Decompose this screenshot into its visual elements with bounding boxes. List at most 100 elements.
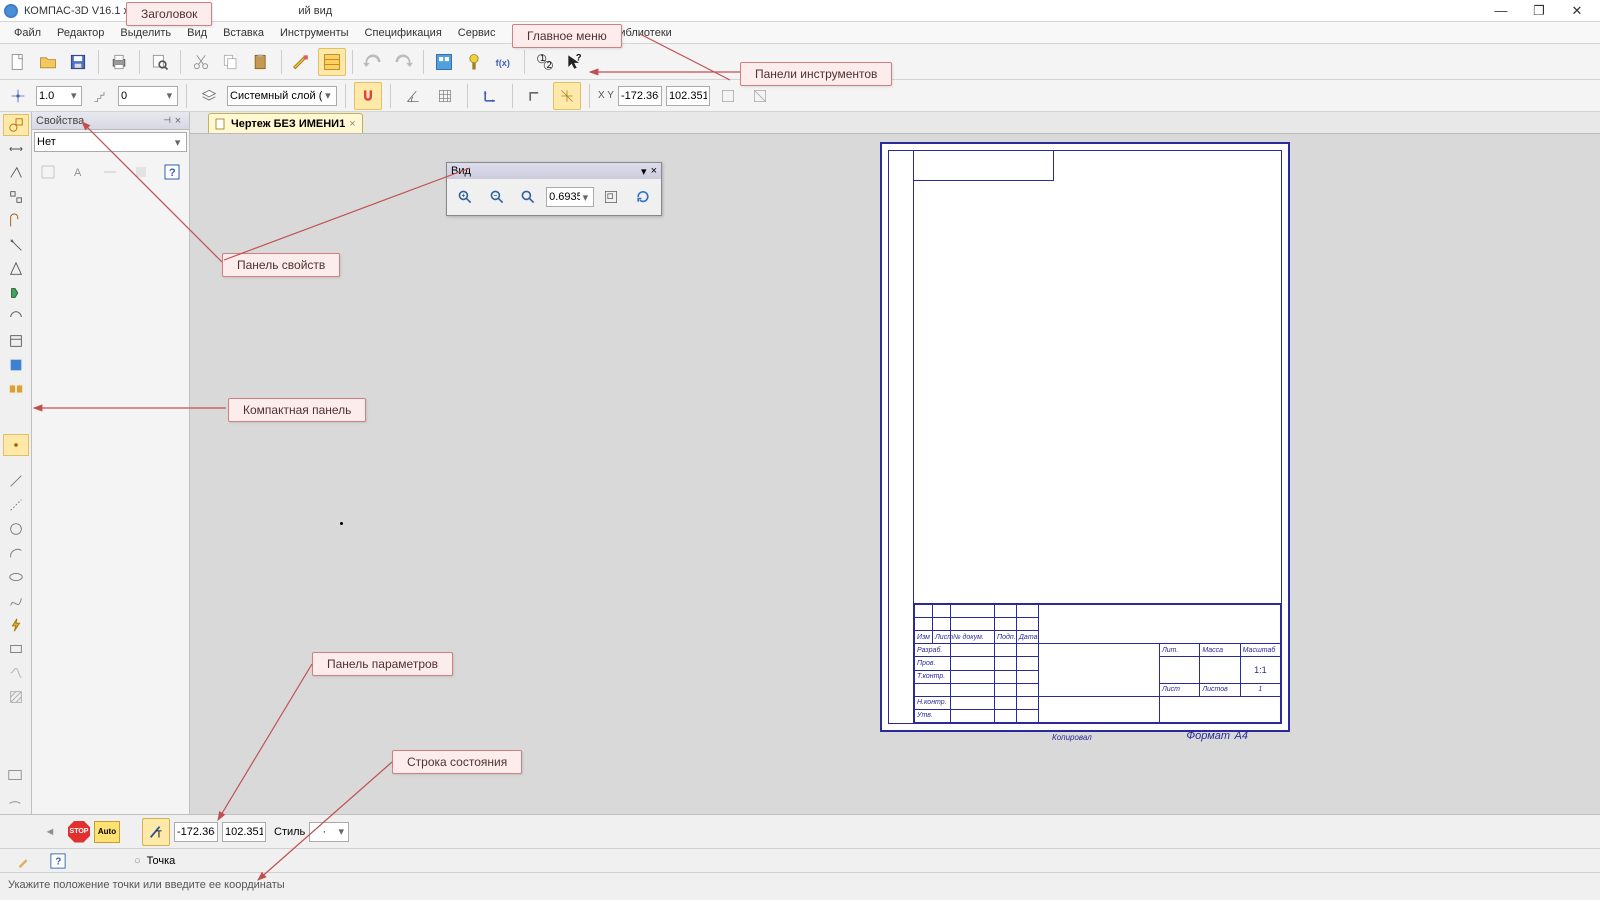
- assoc-tab[interactable]: [3, 282, 29, 304]
- step-button[interactable]: [86, 82, 114, 110]
- scale-input[interactable]: [39, 90, 69, 102]
- round-button[interactable]: [553, 82, 581, 110]
- toggle12-button[interactable]: 12: [531, 48, 559, 76]
- menu-edit[interactable]: Редактор: [49, 25, 112, 41]
- save-button[interactable]: [64, 48, 92, 76]
- menu-spec[interactable]: Спецификация: [357, 25, 450, 41]
- geometry-tab[interactable]: [3, 114, 29, 136]
- edit-tab[interactable]: [3, 186, 29, 208]
- arc-tool[interactable]: [3, 542, 29, 564]
- ellipse-tool[interactable]: [3, 566, 29, 588]
- zoom-in-icon[interactable]: [451, 183, 479, 211]
- paste-button[interactable]: [247, 48, 275, 76]
- style-combo[interactable]: ▾: [34, 132, 187, 152]
- menu-view[interactable]: Вид: [179, 25, 215, 41]
- circle-tool[interactable]: [3, 518, 29, 540]
- insert-tab[interactable]: [3, 354, 29, 376]
- lcs-button[interactable]: [476, 82, 504, 110]
- open-button[interactable]: [34, 48, 62, 76]
- param-y[interactable]: [222, 822, 266, 842]
- pin-icon[interactable]: ⊣: [163, 115, 171, 126]
- close-button[interactable]: ✕: [1558, 1, 1596, 21]
- print-button[interactable]: [105, 48, 133, 76]
- fx-button[interactable]: f(x): [490, 48, 518, 76]
- undo-button[interactable]: [359, 48, 387, 76]
- line-tool[interactable]: [3, 470, 29, 492]
- corner-rect-icon[interactable]: [2, 764, 28, 786]
- angle-snap-button[interactable]: [399, 82, 427, 110]
- prop-btn1[interactable]: [34, 158, 62, 186]
- prev-cmd-button[interactable]: ◄: [36, 818, 64, 846]
- step-input[interactable]: [121, 90, 164, 102]
- menu-file[interactable]: Файл: [6, 25, 49, 41]
- chevron-down-icon[interactable]: ▾: [171, 136, 184, 149]
- prop-help[interactable]: ?: [158, 158, 186, 186]
- zoom-combo[interactable]: ▾: [546, 187, 594, 207]
- chevron-down-icon[interactable]: ▾: [322, 89, 334, 102]
- maximize-button[interactable]: ❐: [1520, 1, 1558, 21]
- chevron-down-icon[interactable]: ▾: [580, 191, 590, 204]
- grid-button[interactable]: [431, 82, 459, 110]
- param-x[interactable]: [174, 822, 218, 842]
- view-toolbar[interactable]: Вид ▾× ▾: [446, 162, 662, 216]
- help-cursor-button[interactable]: ?: [561, 48, 589, 76]
- close-panel-icon[interactable]: ×: [171, 115, 185, 127]
- menu-tools[interactable]: Инструменты: [272, 25, 357, 41]
- select-tab[interactable]: [3, 258, 29, 280]
- paint-button[interactable]: [10, 847, 38, 875]
- views-tab[interactable]: [3, 378, 29, 400]
- manager-button[interactable]: [430, 48, 458, 76]
- param-tab[interactable]: [3, 210, 29, 232]
- view-toolbar-header[interactable]: Вид ▾×: [447, 163, 661, 179]
- reports-tab[interactable]: [3, 330, 29, 352]
- spline-tool[interactable]: [3, 590, 29, 612]
- layer-combo[interactable]: ▾: [227, 86, 337, 106]
- magnet-button[interactable]: [354, 82, 382, 110]
- cut-button[interactable]: [187, 48, 215, 76]
- spec-tab[interactable]: [3, 306, 29, 328]
- canvas-area[interactable]: Чертеж БЕЗ ИМЕНИ1 × Вид ▾× ▾: [190, 112, 1600, 814]
- scale-combo[interactable]: ▾: [36, 86, 82, 106]
- bolt-tool[interactable]: [3, 614, 29, 636]
- vt-close-icon[interactable]: ×: [651, 165, 657, 177]
- layer-input[interactable]: [230, 90, 322, 102]
- document-tab[interactable]: Чертеж БЕЗ ИМЕНИ1 ×: [208, 113, 363, 133]
- rect-tool[interactable]: [3, 638, 29, 660]
- aux-line-tool[interactable]: [3, 494, 29, 516]
- grid-toggle[interactable]: [318, 48, 346, 76]
- new-button[interactable]: [4, 48, 32, 76]
- coord-lock[interactable]: T: [142, 818, 170, 846]
- point-style-combo[interactable]: ·▾: [309, 822, 349, 842]
- menu-select[interactable]: Выделить: [112, 25, 179, 41]
- refresh-icon[interactable]: [629, 183, 657, 211]
- prop-btn3[interactable]: [96, 158, 124, 186]
- snap-button[interactable]: [4, 82, 32, 110]
- point-tool[interactable]: [3, 434, 29, 456]
- preview-button[interactable]: [146, 48, 174, 76]
- step-combo[interactable]: ▾: [118, 86, 178, 106]
- corner-arc-icon[interactable]: [2, 788, 28, 810]
- measure-tab[interactable]: [3, 234, 29, 256]
- drawing-sheet[interactable]: ИзмЛист№ докум.Подп.Дата Разраб.Лит.Масс…: [880, 142, 1290, 732]
- extra1-button[interactable]: [714, 82, 742, 110]
- menu-service[interactable]: Сервис: [450, 25, 504, 41]
- zoom-fit-icon[interactable]: [514, 183, 542, 211]
- properties-button[interactable]: [288, 48, 316, 76]
- layers-button[interactable]: [195, 82, 223, 110]
- menu-insert[interactable]: Вставка: [215, 25, 272, 41]
- coord-y[interactable]: [666, 86, 710, 106]
- chevron-down-icon[interactable]: ▾: [69, 89, 79, 102]
- hatch-tool[interactable]: [3, 686, 29, 708]
- prop-btn2[interactable]: A: [65, 158, 93, 186]
- variables-button[interactable]: [460, 48, 488, 76]
- tab-close-icon[interactable]: ×: [349, 118, 355, 130]
- chevron-down-icon[interactable]: ▾: [336, 825, 346, 838]
- coord-x[interactable]: [618, 86, 662, 106]
- curve-tool[interactable]: [3, 662, 29, 684]
- prop-btn4[interactable]: [127, 158, 155, 186]
- copy-button[interactable]: [217, 48, 245, 76]
- chevron-down-icon[interactable]: ▾: [164, 89, 175, 102]
- notation-tab[interactable]: [3, 162, 29, 184]
- stop-button[interactable]: STOP: [68, 821, 90, 843]
- vt-dropdown-icon[interactable]: ▾: [641, 165, 647, 178]
